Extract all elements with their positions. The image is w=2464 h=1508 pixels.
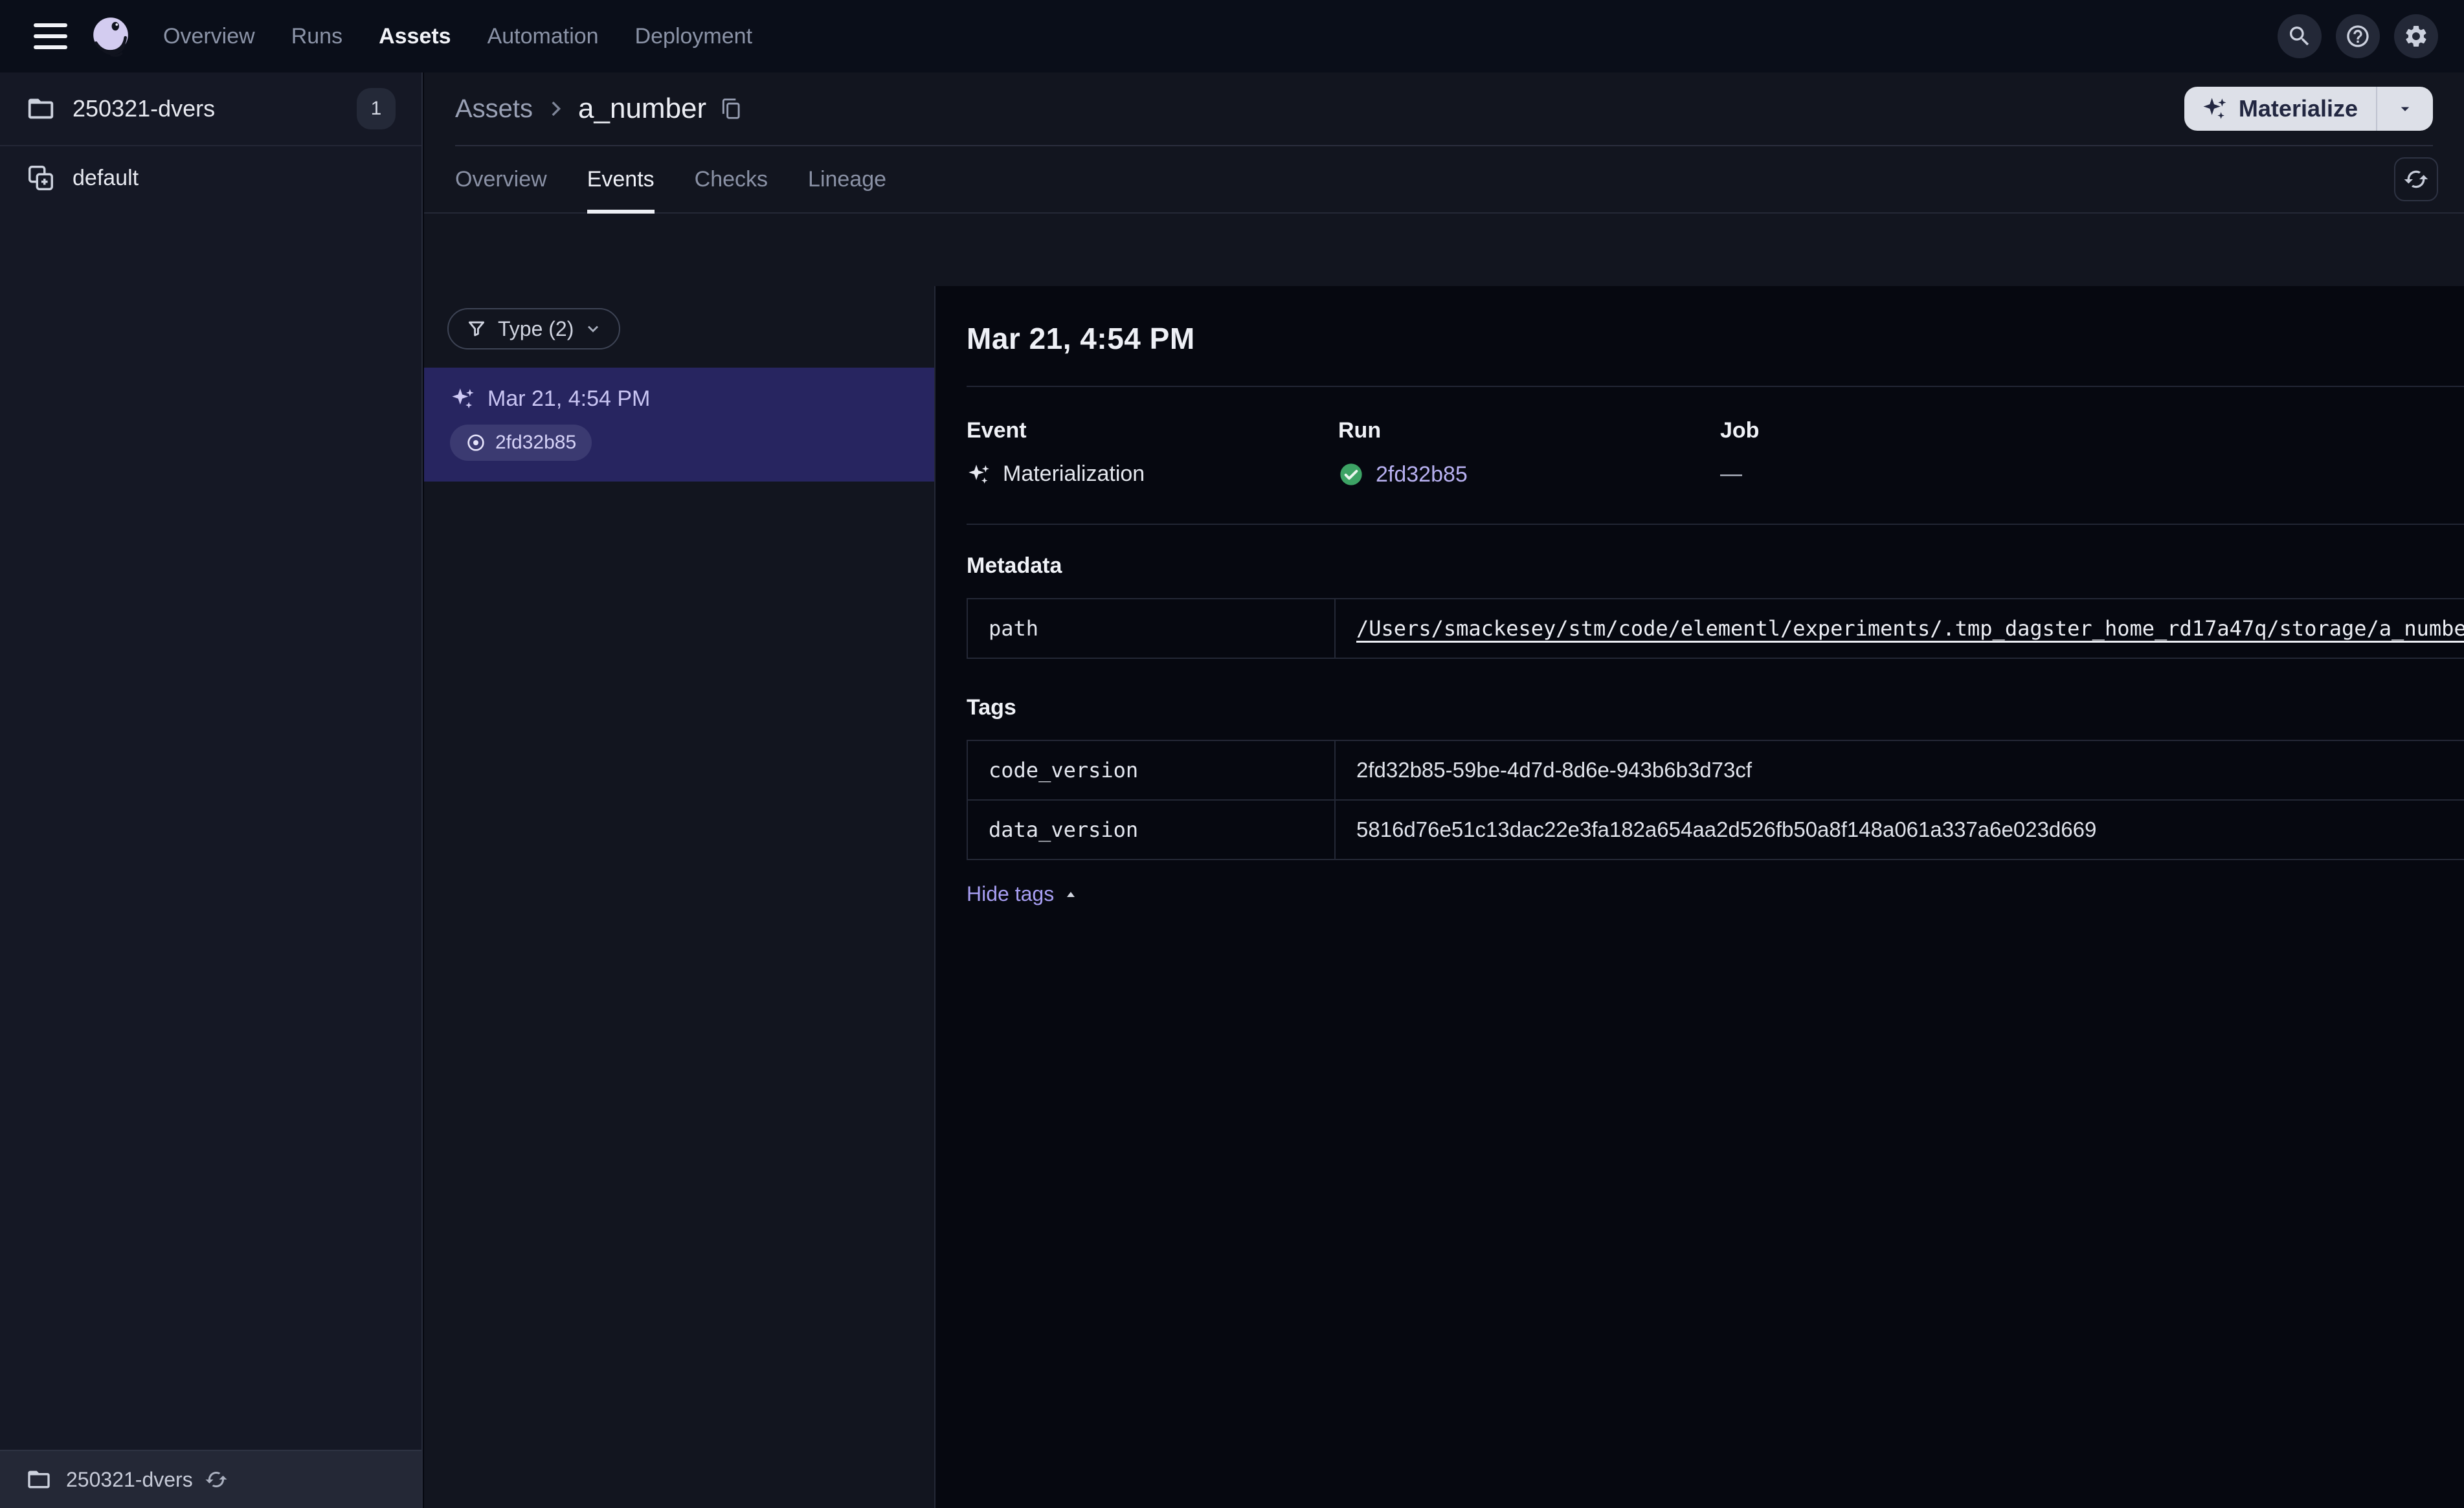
nav-item-deployment[interactable]: Deployment bbox=[635, 24, 752, 49]
nav-item-automation[interactable]: Automation bbox=[487, 24, 599, 49]
asset-count-badge: 1 bbox=[357, 88, 396, 129]
breadcrumb-assets-link[interactable]: Assets bbox=[455, 94, 533, 124]
run-id-label: 2fd32b85 bbox=[495, 432, 577, 453]
nav-item-overview[interactable]: Overview bbox=[163, 24, 255, 49]
help-icon[interactable] bbox=[2336, 14, 2380, 58]
materialize-button[interactable]: Materialize bbox=[2184, 87, 2376, 131]
sidebar-item-code-location[interactable]: 250321-dvers 1 bbox=[0, 72, 421, 146]
run-column-label: Run bbox=[1338, 418, 1382, 443]
main-content: Assets a_number Materialize Overview Eve… bbox=[424, 72, 2464, 1508]
asset-group-label: default bbox=[73, 165, 139, 190]
event-detail-panel: Mar 21, 4:54 PM Event Materialization Ru… bbox=[935, 286, 2464, 1508]
type-filter-button[interactable]: Type (2) bbox=[447, 308, 621, 349]
tab-overview[interactable]: Overview bbox=[455, 146, 547, 212]
metadata-table: path /Users/smackesey/stm/code/elementl/… bbox=[967, 598, 2464, 659]
event-list-item[interactable]: Mar 21, 4:54 PM 2fd32b85 bbox=[424, 368, 934, 482]
materialize-label: Materialize bbox=[2238, 95, 2358, 122]
materialize-split-button: Materialize bbox=[2184, 87, 2433, 131]
tab-events[interactable]: Events bbox=[587, 146, 655, 214]
copy-asset-name-icon[interactable] bbox=[719, 96, 744, 121]
refresh-icon[interactable] bbox=[2394, 157, 2438, 201]
nav-item-assets[interactable]: Assets bbox=[379, 24, 451, 49]
nav-item-runs[interactable]: Runs bbox=[291, 24, 342, 49]
tag-key: data_version bbox=[968, 801, 1336, 859]
breadcrumb: Assets a_number bbox=[455, 93, 744, 125]
event-list-panel: Type (2) Mar 21, 4:54 PM 2fd32b85 bbox=[424, 286, 935, 1508]
filter-icon bbox=[468, 321, 485, 337]
primary-nav: Overview Runs Assets Automation Deployme… bbox=[163, 24, 752, 49]
tag-value: 2fd32b85-59be-4d7d-8d6e-943b6b3d73cf bbox=[1356, 758, 1753, 782]
run-success-icon bbox=[1340, 463, 1362, 485]
run-id-chip[interactable]: 2fd32b85 bbox=[450, 425, 592, 461]
sparkle-icon bbox=[2203, 98, 2226, 119]
event-type-value: Materialization bbox=[1003, 461, 1145, 486]
chevron-right-icon bbox=[552, 101, 561, 116]
sidebar-footer: 250321-dvers bbox=[0, 1450, 421, 1508]
divider bbox=[967, 386, 2464, 387]
asset-header: Assets a_number Materialize bbox=[424, 72, 2464, 145]
search-icon[interactable] bbox=[2278, 14, 2322, 58]
tags-heading: Tags bbox=[967, 695, 1016, 720]
tab-lineage[interactable]: Lineage bbox=[808, 146, 886, 212]
footer-code-location-label: 250321-dvers bbox=[66, 1467, 193, 1491]
type-filter-label: Type (2) bbox=[498, 316, 574, 340]
asset-sidebar: 250321-dvers 1 default 250321-dvers bbox=[0, 72, 423, 1508]
reload-location-icon[interactable] bbox=[205, 1468, 228, 1491]
event-detail-title: Mar 21, 4:54 PM bbox=[967, 322, 1195, 355]
divider bbox=[967, 524, 2464, 525]
metadata-heading: Metadata bbox=[967, 553, 1062, 578]
top-nav: Overview Runs Assets Automation Deployme… bbox=[0, 0, 2464, 72]
asset-name: a_number bbox=[578, 93, 707, 124]
asset-group-icon bbox=[28, 166, 53, 190]
table-row: code_version 2fd32b85-59be-4d7d-8d6e-943… bbox=[968, 741, 2464, 799]
hide-tags-label: Hide tags bbox=[967, 882, 1055, 905]
tag-value: 5816d76e51c13dac22e3fa182a654aa2d526fb50… bbox=[1356, 817, 2097, 841]
job-column-label: Job bbox=[1720, 418, 1760, 443]
dagster-logo-icon bbox=[89, 15, 132, 58]
sidebar-item-default-group[interactable]: default bbox=[0, 146, 421, 210]
hide-tags-link[interactable]: Hide tags bbox=[967, 882, 1079, 906]
folder-icon bbox=[28, 98, 54, 119]
chevron-down-icon bbox=[588, 326, 599, 333]
table-row: data_version 5816d76e51c13dac22e3fa182a6… bbox=[968, 799, 2464, 859]
materialize-dropdown-caret-icon[interactable] bbox=[2377, 87, 2433, 131]
job-value: — bbox=[1720, 461, 1742, 486]
run-status-icon bbox=[467, 434, 484, 451]
materialization-sparkle-icon bbox=[452, 388, 474, 408]
asset-tabs: Overview Events Checks Lineage bbox=[424, 146, 2464, 214]
tab-checks[interactable]: Checks bbox=[695, 146, 768, 212]
event-column-label: Event bbox=[967, 418, 1027, 443]
metadata-key: path bbox=[968, 599, 1336, 658]
settings-gear-icon[interactable] bbox=[2394, 14, 2438, 58]
triangle-up-icon bbox=[1067, 891, 1075, 897]
tags-table: code_version 2fd32b85-59be-4d7d-8d6e-943… bbox=[967, 740, 2464, 860]
events-content: Type (2) Mar 21, 4:54 PM 2fd32b85 Mar 21… bbox=[424, 286, 2464, 1508]
code-location-label: 250321-dvers bbox=[73, 95, 216, 122]
run-id-link[interactable]: 2fd32b85 bbox=[1376, 462, 1468, 487]
materialization-sparkle-icon bbox=[969, 464, 989, 483]
tag-key: code_version bbox=[968, 741, 1336, 799]
menu-icon[interactable] bbox=[34, 23, 67, 49]
table-row: path /Users/smackesey/stm/code/elementl/… bbox=[968, 599, 2464, 658]
metadata-path-link[interactable]: /Users/smackesey/stm/code/elementl/exper… bbox=[1356, 616, 2464, 641]
folder-icon bbox=[28, 1470, 50, 1489]
event-timestamp: Mar 21, 4:54 PM bbox=[487, 386, 651, 411]
